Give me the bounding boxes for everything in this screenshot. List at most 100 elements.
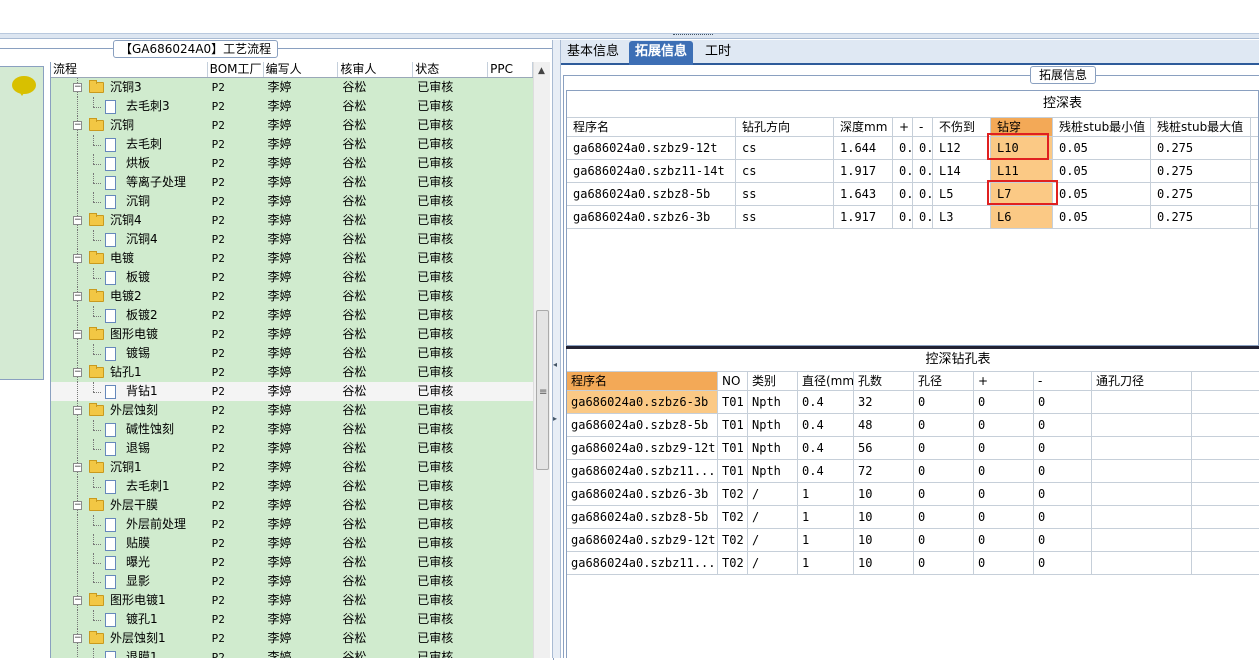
depth-col-header[interactable]: 钻孔方向 — [736, 118, 834, 136]
depth-cell[interactable]: L12 — [933, 137, 991, 159]
depth-control-table[interactable]: 控深表 程序名 钻孔方向 深度mm + - 不伤到 钻穿 残桩stub最小值 残桩stub最大值… — [566, 90, 1259, 346]
tree-row[interactable]: 烘板 P2 李婷 谷松 已审核 — [51, 154, 533, 173]
tree-node[interactable]: − 图形电镀1 — [51, 591, 208, 610]
drill-cell[interactable]: 0 — [914, 529, 974, 551]
drill-table-row[interactable]: ga686024a0.szbz11... T02/1 10 0 0 0 — [567, 552, 1259, 575]
tree-node[interactable]: 背钻1 — [51, 382, 208, 401]
depth-col-header[interactable]: 残桩stub最小值 — [1053, 118, 1151, 136]
tree-row[interactable]: 外层前处理 P2 李婷 谷松 已审核 — [51, 515, 533, 534]
depth-cell[interactable]: ga686024a0.szbz9-12t — [567, 137, 736, 159]
tree-row[interactable]: − 外层蚀刻1 P2 李婷 谷松 已审核 — [51, 629, 533, 648]
expand-toggle-icon[interactable]: − — [73, 292, 82, 301]
tree-node[interactable]: 沉铜 — [51, 192, 208, 211]
tree-node[interactable]: 镀孔1 — [51, 610, 208, 629]
tree-col-header[interactable]: 状态 — [413, 62, 489, 77]
tree-col-header[interactable]: 编写人 — [264, 62, 339, 77]
drill-cell[interactable]: T01 — [718, 437, 748, 459]
drill-cell[interactable]: 0 — [1034, 483, 1092, 505]
tree-node[interactable]: 镀锡 — [51, 344, 208, 363]
drill-cell[interactable]: 0.4 — [798, 414, 854, 436]
tree-col-header[interactable]: 流程 — [51, 62, 208, 77]
tree-node[interactable]: 板镀 — [51, 268, 208, 287]
drill-cell[interactable]: / — [748, 529, 798, 551]
tree-row[interactable]: − 外层干膜 P2 李婷 谷松 已审核 — [51, 496, 533, 515]
top-splitter-grip[interactable] — [673, 34, 713, 38]
expand-toggle-icon[interactable]: − — [73, 216, 82, 225]
drill-cell[interactable]: 0 — [914, 552, 974, 574]
tree-node[interactable]: − 外层干膜 — [51, 496, 208, 515]
drill-col-header[interactable]: 孔径 — [914, 372, 974, 390]
drill-col-header[interactable]: + — [974, 372, 1034, 390]
depth-cell[interactable]: L14 — [933, 160, 991, 182]
tree-node[interactable]: 碱性蚀刻 — [51, 420, 208, 439]
drill-cell[interactable]: 0 — [974, 391, 1034, 413]
tab-extended-info[interactable]: 拓展信息 — [629, 41, 694, 65]
drill-cell[interactable]: ga686024a0.szbz6-3b — [567, 483, 718, 505]
drill-cell[interactable]: ga686024a0.szbz9-12t — [567, 437, 718, 459]
drill-cell[interactable]: 0 — [914, 506, 974, 528]
depth-cell[interactable]: 0.. — [893, 183, 913, 205]
tree-row[interactable]: − 图形电镀 P2 李婷 谷松 已审核 — [51, 325, 533, 344]
drill-cell[interactable]: 1 — [798, 506, 854, 528]
depth-cell[interactable]: 1.643 — [834, 183, 893, 205]
drill-cell[interactable]: 1 — [798, 552, 854, 574]
tree-row[interactable]: 镀孔1 P2 李婷 谷松 已审核 — [51, 610, 533, 629]
depth-col-header[interactable]: 不伤到 — [933, 118, 991, 136]
drill-cell[interactable] — [1092, 552, 1192, 574]
depth-table-row[interactable]: ga686024a0.szbz9-12tcs1.6440..0..L12L100… — [567, 137, 1258, 160]
splitter-arrow-right-icon[interactable]: ▸ — [553, 414, 557, 423]
tree-node[interactable]: 去毛刺1 — [51, 477, 208, 496]
drill-table-row[interactable]: ga686024a0.szbz11... T01 Npth 0.4 72 0 0 0 — [567, 460, 1259, 483]
drill-cell[interactable]: 72 — [854, 460, 914, 482]
drill-cell[interactable]: 1 — [798, 483, 854, 505]
drill-cell[interactable]: 10 — [854, 483, 914, 505]
drill-cell[interactable]: Npth — [748, 437, 798, 459]
drill-cell[interactable]: 0 — [914, 414, 974, 436]
drill-table-row[interactable]: ga686024a0.szbz8-5b T02/1 10 0 0 0 — [567, 506, 1259, 529]
expand-toggle-icon[interactable]: − — [73, 368, 82, 377]
tree-node[interactable]: 烘板 — [51, 154, 208, 173]
drill-cell[interactable]: 0 — [1034, 437, 1092, 459]
scroll-up-arrow-icon[interactable]: ▲ — [538, 66, 545, 76]
tree-node[interactable]: 退锡 — [51, 439, 208, 458]
tree-row[interactable]: 碱性蚀刻 P2 李婷 谷松 已审核 — [51, 420, 533, 439]
drill-cell[interactable]: 0 — [1034, 552, 1092, 574]
drill-cell[interactable]: 32 — [854, 391, 914, 413]
tree-row[interactable]: 去毛刺 P2 李婷 谷松 已审核 — [51, 135, 533, 154]
tree-node[interactable]: − 沉铜 — [51, 116, 208, 135]
tree-row[interactable]: − 沉铜3 P2 李婷 谷松 已审核 — [51, 78, 533, 97]
expand-toggle-icon[interactable]: − — [73, 254, 82, 263]
depth-cell[interactable]: L3 — [933, 206, 991, 228]
tree-row[interactable]: − 沉铜1 P2 李婷 谷松 已审核 — [51, 458, 533, 477]
expand-toggle-icon[interactable]: − — [73, 83, 82, 92]
drill-table-row[interactable]: ga686024a0.szbz6-3b T01 Npth 0.4 32 0 0 0 — [567, 391, 1259, 414]
drill-cell[interactable]: 0 — [914, 483, 974, 505]
drill-cell[interactable]: ga686024a0.szbz9-12t — [567, 529, 718, 551]
tree-row[interactable]: 板镀 P2 李婷 谷松 已审核 — [51, 268, 533, 287]
drill-col-header[interactable]: 类别 — [748, 372, 798, 390]
tree-row[interactable]: 去毛刺3 P2 李婷 谷松 已审核 — [51, 97, 533, 116]
tree-row[interactable]: − 沉铜4 P2 李婷 谷松 已审核 — [51, 211, 533, 230]
drill-cell[interactable]: T02 — [718, 552, 748, 574]
drill-col-header[interactable]: 孔数 — [854, 372, 914, 390]
tree-row[interactable]: 去毛刺1 P2 李婷 谷松 已审核 — [51, 477, 533, 496]
tree-col-header[interactable]: 核审人 — [338, 62, 414, 77]
depth-cell[interactable]: 0.05 — [1053, 137, 1151, 159]
depth-cell[interactable]: 1.917 — [834, 206, 893, 228]
tab-work-hours[interactable]: 工时 — [699, 41, 737, 65]
drill-cell[interactable]: 0 — [1034, 506, 1092, 528]
drill-cell[interactable]: 0 — [1034, 460, 1092, 482]
drill-cell[interactable] — [1092, 483, 1192, 505]
drill-cell[interactable]: 0 — [974, 460, 1034, 482]
depth-cell[interactable]: cs — [736, 137, 834, 159]
expand-toggle-icon[interactable]: − — [73, 596, 82, 605]
tree-node[interactable]: 等离子处理 — [51, 173, 208, 192]
tree-node[interactable]: 沉铜4 — [51, 230, 208, 249]
depth-cell[interactable]: 0.275 — [1151, 137, 1251, 159]
drill-cell[interactable]: 1 — [798, 529, 854, 551]
depth-cell[interactable]: 0.. — [913, 183, 933, 205]
tree-row[interactable]: − 电镀 P2 李婷 谷松 已审核 — [51, 249, 533, 268]
tree-node[interactable]: − 电镀 — [51, 249, 208, 268]
tree-node[interactable]: 退膜1 — [51, 648, 208, 658]
drill-cell[interactable]: ga686024a0.szbz8-5b — [567, 506, 718, 528]
